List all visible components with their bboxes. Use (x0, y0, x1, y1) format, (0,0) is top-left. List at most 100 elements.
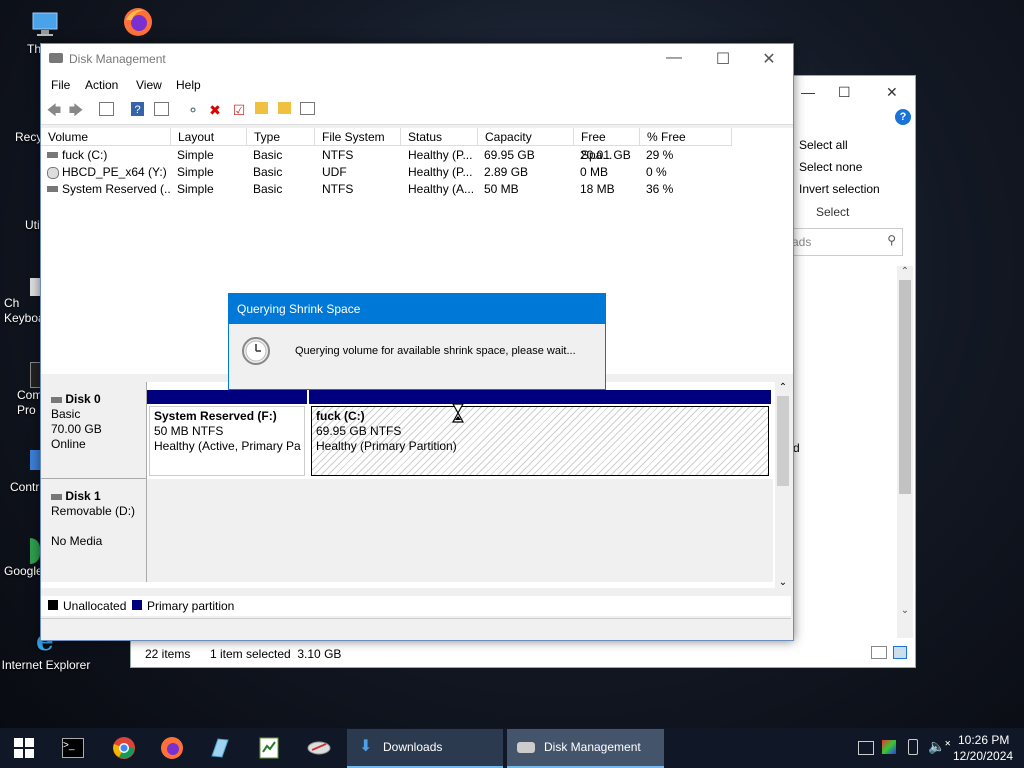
scroll-up-icon[interactable]: ⌃ (897, 266, 913, 280)
menu-action[interactable]: Action (85, 78, 118, 92)
cell-free-space: 18 MB (580, 182, 615, 196)
cd-drive-icon (47, 167, 59, 179)
disk-0-size: 70.00 GB (51, 422, 102, 436)
scroll-down-icon[interactable]: ⌄ (897, 605, 913, 616)
menu-bar: File Action View Help (41, 74, 793, 96)
dialog-title-bar[interactable]: Querying Shrink Space (229, 294, 605, 324)
select-none-button[interactable]: Select none (799, 160, 862, 174)
menu-help[interactable]: Help (176, 78, 201, 92)
scrollbar-vertical[interactable]: ⌃ ⌄ (897, 266, 913, 638)
back-icon[interactable]: 🡄 (46, 102, 62, 118)
minimize-icon[interactable]: — (801, 84, 815, 100)
close-button[interactable]: ✕ (754, 49, 784, 69)
clock-icon (241, 336, 271, 369)
cell-status: Healthy (P... (408, 165, 473, 179)
maximize-icon[interactable]: ☐ (838, 84, 851, 101)
search-input[interactable]: ads ⚲ (791, 228, 903, 256)
settings-icon[interactable] (300, 102, 315, 115)
cell-percent-free: 0 % (646, 165, 667, 179)
dialog-message: Querying volume for available shrink spa… (295, 345, 576, 357)
volume-drive-icon (47, 186, 58, 192)
large-icons-view-icon[interactable] (893, 646, 907, 659)
close-icon[interactable]: ✕ (886, 84, 898, 101)
column-header-layout[interactable]: Layout (171, 128, 247, 146)
network-icon[interactable] (858, 741, 874, 755)
color-app-icon[interactable] (882, 740, 896, 754)
scroll-up-icon[interactable]: ⌃ (775, 382, 791, 396)
menu-file[interactable]: File (51, 78, 70, 92)
desktop-icon-firefox[interactable] (98, 6, 178, 40)
forward-icon[interactable]: 🡆 (68, 102, 84, 118)
connect-icon[interactable]: ⚬ (185, 102, 201, 118)
disk-1-type: Removable (D:) (51, 504, 136, 518)
properties-icon[interactable] (154, 102, 169, 116)
desktop-icon-keyboard[interactable]: Ch Keyboa (0, 278, 45, 326)
clock-date[interactable]: 12/20/2024 (953, 749, 1013, 763)
column-header-volume[interactable]: Volume (41, 128, 171, 146)
cell-capacity: 50 MB (484, 182, 519, 196)
table-row[interactable]: System Reserved (... Simple Basic NTFS H… (41, 181, 793, 198)
taskbar-disk-management[interactable]: Disk Management (507, 729, 664, 768)
usb-icon[interactable] (908, 739, 918, 755)
open-folder-icon[interactable] (255, 102, 268, 114)
minimize-button[interactable]: — (659, 49, 689, 67)
column-header-free-space[interactable]: Free Spa... (574, 128, 640, 162)
taskbar-firefox-icon[interactable] (160, 736, 184, 760)
taskbar-app-label: Disk Management (544, 740, 641, 754)
status-bar (41, 618, 791, 639)
taskbar-app-icon[interactable] (307, 736, 331, 760)
disk-1-area (147, 479, 773, 582)
taskbar-downloads[interactable]: ⬇ Downloads (347, 729, 503, 768)
menu-view[interactable]: View (136, 78, 162, 92)
invert-selection-button[interactable]: Invert selection (799, 182, 880, 196)
partition-c[interactable]: fuck (C:) 69.95 GB NTFS Healthy (Primary… (309, 390, 771, 477)
search-folder-icon[interactable] (278, 102, 291, 114)
desktop-icon-cmd[interactable]: Com Pro (0, 362, 43, 418)
column-header-status[interactable]: Status (401, 128, 478, 146)
title-bar[interactable]: Disk Management — ☐ ✕ (41, 44, 793, 74)
taskbar-chrome-icon[interactable] (112, 736, 136, 760)
cell-type: Basic (253, 182, 283, 196)
column-header-type[interactable]: Type (247, 128, 315, 146)
start-button[interactable] (0, 728, 48, 768)
desktop-icon-label: Ch Keyboa (4, 296, 45, 325)
taskbar-cmd-icon[interactable]: >_ (62, 738, 84, 758)
column-header-capacity[interactable]: Capacity (478, 128, 574, 146)
busy-cursor-icon (451, 403, 465, 426)
scroll-thumb[interactable] (899, 280, 911, 494)
help-icon[interactable]: ? (131, 102, 144, 116)
scroll-thumb[interactable] (777, 396, 789, 486)
desktop-icon-recycle-bin[interactable]: Recy (0, 100, 42, 144)
desktop-icon-control-panel[interactable]: Contr (0, 450, 40, 494)
taskbar-notepad-icon[interactable] (208, 736, 232, 760)
maximize-button[interactable]: ☐ (708, 49, 738, 69)
column-header-file-system[interactable]: File System (315, 128, 401, 146)
desktop-icon-utilities[interactable]: Uti (0, 182, 40, 232)
select-all-button[interactable]: Select all (799, 138, 848, 152)
graph-scrollbar[interactable]: ⌃ ⌄ (775, 382, 791, 588)
table-row[interactable]: HBCD_PE_x64 (Y:) Simple Basic UDF Health… (41, 164, 793, 181)
check-icon[interactable]: ☑ (231, 102, 247, 118)
firefox-icon (122, 6, 154, 38)
cell-free-space: 0 MB (580, 165, 609, 179)
delete-icon[interactable]: ✖ (207, 102, 223, 118)
partition-name: System Reserved (F:) (154, 409, 277, 423)
partition-name: fuck (C:) (316, 409, 365, 423)
help-icon[interactable]: ? (895, 109, 911, 125)
desktop-icon-label: Com Pro (17, 388, 43, 417)
desktop-icon-chrome[interactable]: Google (0, 538, 43, 578)
partition-system-reserved[interactable]: System Reserved (F:) 50 MB NTFS Healthy … (147, 390, 307, 477)
explorer-status-bar: 22 items 1 item selected 3.10 GB (131, 641, 915, 666)
volume-muted-icon[interactable]: 🔈˟ (928, 738, 950, 755)
column-header-percent-free[interactable]: % Free (640, 128, 732, 146)
table-row[interactable]: fuck (C:) Simple Basic NTFS Healthy (P..… (41, 147, 793, 164)
disk-1-label[interactable]: Disk 1 Removable (D:) No Media (41, 479, 147, 582)
clock-time[interactable]: 10:26 PM (958, 733, 1009, 747)
disk-graphical-view: Disk 0 Basic 70.00 GB Online System Rese… (41, 382, 791, 588)
taskbar-editor-icon[interactable] (257, 736, 281, 760)
disk-0-label[interactable]: Disk 0 Basic 70.00 GB Online (41, 382, 147, 479)
show-hide-tree-icon[interactable] (99, 102, 114, 116)
details-view-icon[interactable] (871, 646, 887, 659)
scroll-down-icon[interactable]: ⌄ (775, 577, 791, 588)
desktop-icon-label: Uti (25, 218, 40, 232)
